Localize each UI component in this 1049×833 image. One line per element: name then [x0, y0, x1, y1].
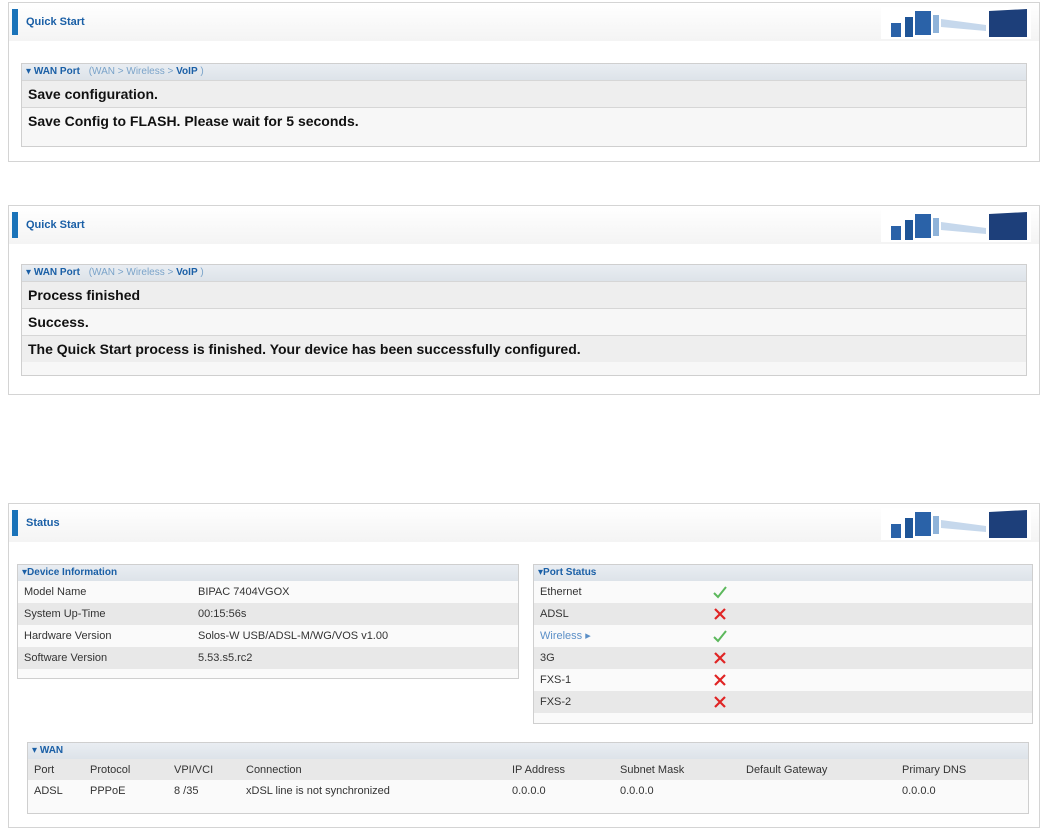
wan-table: Port Protocol VPI/VCI Connection IP Addr…	[28, 759, 1028, 801]
table-header-row: Port Protocol VPI/VCI Connection IP Addr…	[28, 759, 1028, 780]
device-info-row: System Up-Time 00:15:56s	[18, 603, 518, 625]
field-label: System Up-Time	[24, 608, 106, 620]
breadcrumb: (WAN > Wireless > VoIP )	[89, 66, 204, 77]
field-label: Model Name	[24, 586, 87, 598]
breadcrumb-current: VoIP	[176, 66, 198, 77]
network-logo-icon	[881, 508, 1031, 540]
port-label: FXS-2	[540, 696, 572, 708]
breadcrumb-close: )	[200, 66, 204, 77]
panel-title: Status	[26, 517, 60, 529]
field-value: Solos-W USB/ADSL-M/WG/VOS v1.00	[198, 630, 389, 642]
table-cell: 8 /35	[174, 784, 199, 797]
port-row-wireless[interactable]: Wireless ▸	[534, 625, 1032, 647]
port-label: FXS-1	[540, 674, 572, 686]
port-row-3g: 3G	[534, 647, 1032, 669]
column-header: Subnet Mask	[614, 759, 740, 780]
quick-start-panel-finished: Quick Start ▾ WAN Port (WAN > Wireless >…	[8, 205, 1040, 395]
table-cell: 0.0.0.0	[512, 784, 546, 797]
panel-title: Quick Start	[26, 16, 85, 28]
cross-icon	[714, 652, 726, 664]
field-label: Hardware Version	[24, 630, 112, 642]
cross-icon	[714, 608, 726, 620]
device-info-row: Model Name BIPAC 7404VGOX	[18, 581, 518, 603]
column-header: VPI/VCI	[168, 759, 240, 780]
quick-start-panel-save: Quick Start ▾ WAN Port (WAN > Wireless >…	[8, 2, 1040, 162]
section-label: Port Status	[543, 567, 597, 578]
column-header: Default Gateway	[740, 759, 896, 780]
table-cell: PPPoE	[90, 784, 126, 797]
table-cell: ADSL	[34, 784, 63, 797]
section-header: ▾ WAN Port (WAN > Wireless > VoIP )	[22, 64, 1026, 80]
title-accent-bar	[12, 510, 18, 536]
breadcrumb-path: (WAN > Wireless >	[88, 267, 174, 278]
section-header: ▾Port Status	[534, 565, 1032, 581]
column-header: IP Address	[506, 759, 614, 780]
device-info-row: Software Version 5.53.s5.rc2	[18, 647, 518, 669]
wireless-link[interactable]: Wireless ▸	[540, 625, 591, 647]
field-label: Software Version	[24, 652, 108, 664]
breadcrumb-close: )	[200, 267, 204, 278]
table-cell: xDSL line is not synchronized	[246, 784, 390, 797]
expand-triangle-icon: ▾	[26, 66, 32, 77]
panel-header: Quick Start	[9, 3, 1039, 41]
device-info-row: Hardware Version Solos-W USB/ADSL-M/WG/VO…	[18, 625, 518, 647]
port-row-adsl: ADSL	[534, 603, 1032, 625]
panel-title: Quick Start	[26, 219, 85, 231]
breadcrumb: (WAN > Wireless > VoIP )	[89, 267, 204, 278]
section-label: WAN Port	[33, 66, 80, 77]
check-icon	[713, 630, 727, 643]
message-row: Save Config to FLASH. Please wait for 5 …	[22, 107, 1026, 134]
panel-header: Quick Start	[9, 206, 1039, 244]
message-row: The Quick Start process is finished. You…	[22, 335, 1026, 362]
section-header: ▾Device Information	[18, 565, 518, 581]
table-row: ADSL PPPoE 8 /35 xDSL line is not synchr…	[28, 780, 1028, 801]
expand-triangle-icon: ▾	[32, 745, 38, 756]
table-cell	[740, 780, 896, 801]
column-header: Protocol	[84, 759, 168, 780]
network-logo-icon	[881, 7, 1031, 39]
expand-triangle-icon: ▾	[26, 267, 32, 278]
section-label: Device Information	[27, 567, 118, 578]
port-row-ethernet: Ethernet	[534, 581, 1032, 603]
field-value: 5.53.s5.rc2	[198, 652, 253, 664]
message-row: Process finished	[22, 281, 1026, 308]
device-information-section: ▾Device Information Model Name BIPAC 7404…	[17, 564, 519, 679]
port-label: ADSL	[540, 608, 569, 620]
port-row-fxs2: FXS-2	[534, 691, 1032, 713]
cross-icon	[714, 696, 726, 708]
column-header: Port	[28, 759, 84, 780]
column-header: Primary DNS	[896, 759, 1028, 780]
breadcrumb-path: (WAN > Wireless >	[88, 66, 174, 77]
port-label: Ethernet	[540, 586, 582, 598]
title-accent-bar	[12, 212, 18, 238]
status-panel: Status ▾Device Information Model Name BIP…	[8, 503, 1040, 828]
section-header: ▾ WAN Port (WAN > Wireless > VoIP )	[22, 265, 1026, 281]
port-status-section: ▾Port Status Ethernet ADSL Wireless ▸ 3G…	[533, 564, 1033, 724]
section-label: WAN	[39, 745, 64, 756]
column-header: Connection	[240, 759, 506, 780]
wan-section: ▾ WAN Port Protocol VPI/VCI Connection I…	[27, 742, 1029, 814]
section-label: WAN Port	[33, 267, 80, 278]
wan-port-section: ▾ WAN Port (WAN > Wireless > VoIP ) Proc…	[21, 264, 1027, 376]
network-logo-icon	[881, 210, 1031, 242]
message-row: Save configuration.	[22, 80, 1026, 107]
table-cell: 0.0.0.0	[902, 784, 936, 797]
port-row-fxs1: FXS-1	[534, 669, 1032, 691]
message-row: Success.	[22, 308, 1026, 335]
cross-icon	[714, 674, 726, 686]
section-header: ▾ WAN	[28, 743, 1028, 759]
title-accent-bar	[12, 9, 18, 35]
field-value: BIPAC 7404VGOX	[198, 586, 290, 598]
port-label: 3G	[540, 652, 555, 664]
table-cell: 0.0.0.0	[620, 784, 654, 797]
panel-header: Status	[9, 504, 1039, 542]
check-icon	[713, 586, 727, 599]
wan-port-section: ▾ WAN Port (WAN > Wireless > VoIP ) Save…	[21, 63, 1027, 147]
field-value: 00:15:56s	[198, 608, 247, 620]
breadcrumb-current: VoIP	[176, 267, 198, 278]
